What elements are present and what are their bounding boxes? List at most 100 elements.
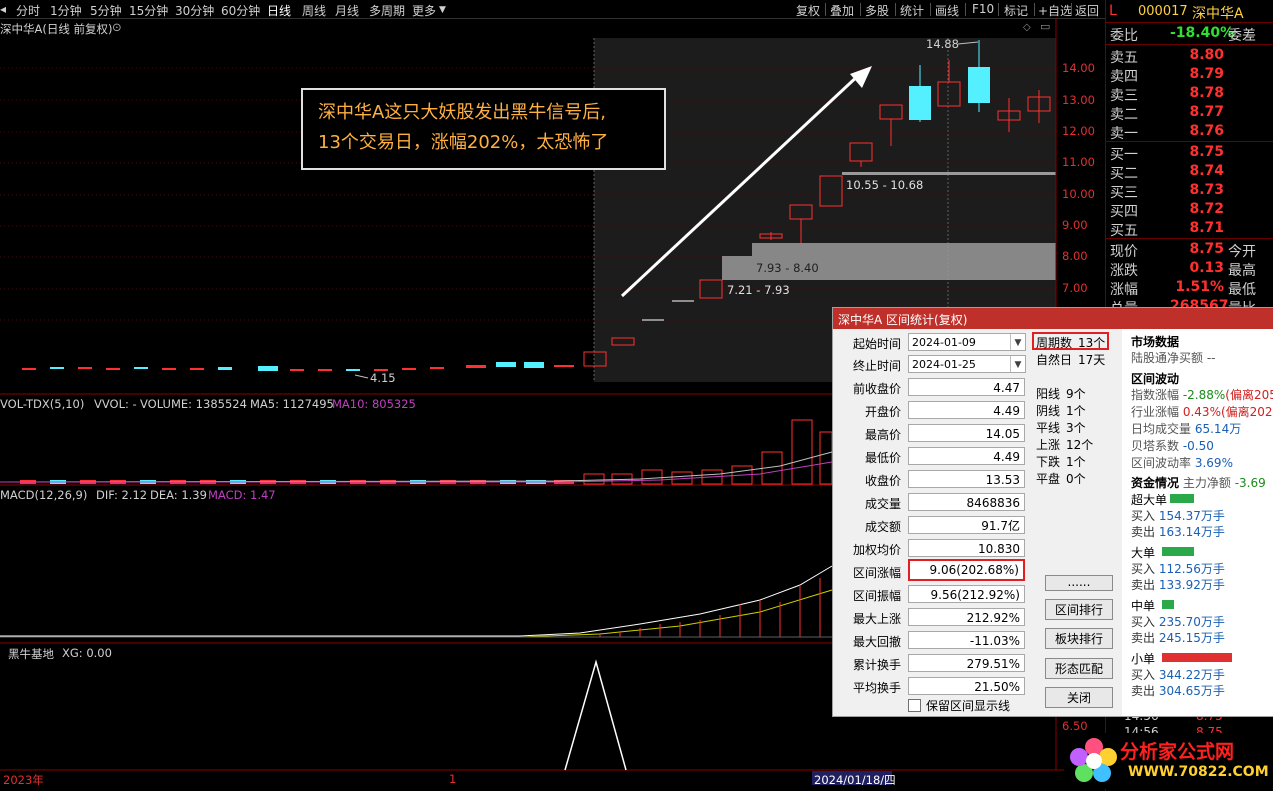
stat-value: 4.49: [908, 447, 1025, 465]
stat-label: 成交额: [864, 520, 901, 534]
axis-cursor-date: 2024/01/18/四: [814, 773, 896, 787]
stat-value: 91.7亿: [908, 516, 1025, 534]
sell-label: 卖出: [1131, 525, 1156, 539]
index-gain-deviation: (偏离205: [1225, 388, 1273, 402]
buy-value: 235.70万手: [1158, 615, 1225, 629]
flower-logo-icon: [1070, 738, 1117, 782]
stat-label: 收盘价: [864, 474, 901, 488]
count-label: 阴线: [1036, 404, 1061, 418]
sector-rank-button[interactable]: 板块排行: [1045, 628, 1113, 649]
buy-label: 买入: [1131, 615, 1156, 629]
callout-text-1: 深中华A这只大妖股发出黑牛信号后,: [318, 102, 607, 123]
buy-value: 154.37万手: [1158, 509, 1225, 523]
watermark-cn: 分析家公式网: [1120, 741, 1235, 763]
stat-value: 279.51%: [908, 654, 1025, 672]
count-value: 12个: [1066, 438, 1094, 452]
volume-value: VOLUME: 1385524: [140, 397, 247, 411]
stat-value: 8468836: [908, 493, 1025, 511]
early-candles: [22, 362, 574, 371]
main-net-value: -3.69: [1234, 476, 1266, 490]
axis-month-label: 1: [449, 772, 457, 786]
index-gain-label: 指数涨幅: [1131, 388, 1180, 402]
vvol-value: VVOL: -: [94, 397, 137, 411]
stat-label: 最低价: [864, 451, 901, 465]
main-net-label: 主力净额: [1182, 476, 1231, 490]
price-tick: 11.00: [1062, 155, 1095, 169]
interval-rank-button[interactable]: 区间排行: [1045, 599, 1113, 620]
group-bar: [1162, 547, 1194, 556]
stat-label: 前收盘价: [852, 382, 901, 396]
xg-value: XG: 0.00: [62, 646, 112, 660]
zone-label: 7.21 - 7.93: [727, 283, 790, 297]
count-value: 1个: [1066, 404, 1086, 418]
pattern-match-button[interactable]: 形态匹配: [1045, 658, 1113, 679]
axis-tick-bottom: 6.50: [1062, 719, 1088, 733]
count-label: 平盘: [1036, 472, 1061, 486]
axis-year-label: 2023年: [3, 773, 44, 787]
price-tick: 10.00: [1062, 187, 1095, 201]
buy-label: 买入: [1131, 509, 1156, 523]
stat-label: 最大上涨: [852, 612, 901, 626]
chevron-down-icon[interactable]: ▼: [1010, 334, 1025, 350]
zone-bar: [752, 243, 1056, 256]
stock-code: 000017: [1138, 4, 1188, 19]
stat-value: -11.03%: [908, 631, 1025, 649]
period-label: 周期数: [1036, 336, 1073, 350]
end-time-label: 终止时间: [852, 359, 901, 373]
industry-gain-label: 行业涨幅: [1131, 405, 1180, 419]
stat-label: 最高价: [864, 428, 901, 442]
dialog-title: 深中华A 区间统计(复权): [838, 313, 968, 327]
xg-indicator-name[interactable]: 黑牛基地: [8, 646, 54, 662]
keep-line-label: 保留区间显示线: [926, 699, 1011, 713]
group-name: 中单: [1131, 599, 1156, 613]
count-value: 0个: [1066, 472, 1086, 486]
count-label: 下跌: [1036, 455, 1061, 469]
hk-label: 陆股通净买额: [1131, 351, 1204, 365]
buy-value: 112.56万手: [1158, 562, 1225, 576]
hk-value: --: [1206, 351, 1216, 365]
volatility-label: 区间波动率: [1131, 456, 1192, 470]
end-date-picker[interactable]: 2024-01-25 ▼: [908, 355, 1026, 373]
zone-label: 10.55 - 10.68: [846, 178, 924, 192]
dif-value: DIF: 2.12: [96, 488, 148, 502]
sell-label: 卖出: [1131, 631, 1156, 645]
callout-text-2: 13个交易日，涨幅202%，太恐怖了: [318, 132, 609, 153]
price-tick: 12.00: [1062, 124, 1095, 138]
sell-label: 卖出: [1131, 684, 1156, 698]
price-tick: 9.00: [1062, 218, 1088, 232]
chevron-down-icon[interactable]: ▼: [1010, 356, 1025, 372]
beta-value: -0.50: [1182, 439, 1214, 453]
watermark: 分析家公式网 WWW.70822.COM: [1064, 733, 1273, 789]
industry-gain-deviation: (偏离202.2: [1220, 405, 1273, 419]
natural-days-label: 自然日: [1036, 353, 1073, 367]
interval-gain-value: 9.06(202.68%): [908, 559, 1025, 581]
beta-label: 贝塔系数: [1131, 439, 1180, 453]
close-button[interactable]: 关闭: [1045, 687, 1113, 708]
ma10-value: MA10: 805325: [332, 397, 416, 411]
high-price-label: 14.88: [926, 37, 959, 51]
period-value: 13个: [1078, 336, 1106, 350]
group-bar: [1170, 494, 1194, 503]
keep-line-checkbox[interactable]: [908, 699, 921, 712]
avg-volume-label: 日均成交量: [1131, 422, 1192, 436]
buy-value: 344.22万手: [1158, 668, 1225, 682]
start-date-picker[interactable]: 2024-01-09 ▼: [908, 333, 1026, 351]
index-gain-value: -2.88%: [1182, 388, 1226, 402]
group-name: 大单: [1131, 546, 1156, 560]
sell-label: 卖出: [1131, 578, 1156, 592]
industry-gain-value: 0.43%: [1182, 405, 1221, 419]
vol-indicator-name[interactable]: VOL-TDX(5,10): [0, 397, 84, 411]
group-bar: [1162, 653, 1232, 662]
more-options-button[interactable]: ......: [1045, 575, 1113, 591]
count-label: 上涨: [1036, 438, 1061, 452]
macd-bars: [599, 578, 821, 637]
stat-label: 开盘价: [864, 405, 901, 419]
count-value: 9个: [1066, 387, 1086, 401]
volatility-title: 区间波动: [1131, 372, 1180, 386]
macd-value: MACD: 1.47: [208, 488, 276, 502]
stat-label: 平均换手: [852, 681, 901, 695]
ma5-value: MA5: 1127495: [250, 397, 334, 411]
low-price-label: 4.15: [370, 371, 396, 385]
dialog-titlebar[interactable]: 深中华A 区间统计(复权): [833, 308, 1273, 329]
macd-indicator-name[interactable]: MACD(12,26,9): [0, 488, 87, 502]
